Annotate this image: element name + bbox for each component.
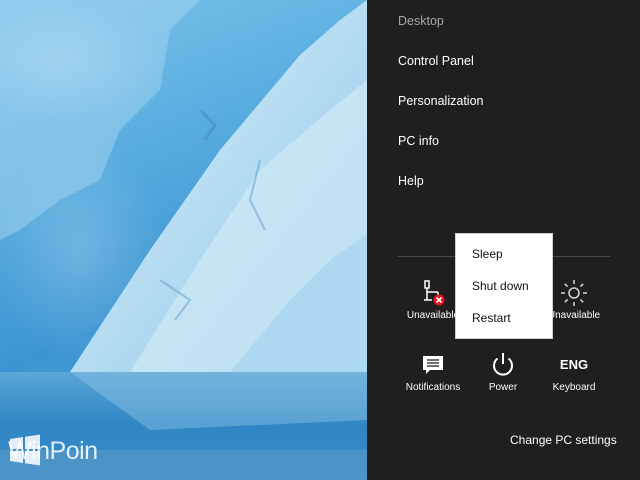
keyboard-language-glyph: ENG (559, 357, 589, 372)
power-options-menu: Sleep Shut down Restart (456, 234, 552, 338)
power-option-restart[interactable]: Restart (472, 311, 511, 325)
settings-item-personalization[interactable]: Personalization (398, 94, 483, 108)
desktop-wallpaper: WinPoin (0, 0, 367, 480)
change-pc-settings-link[interactable]: Change PC settings (510, 433, 617, 447)
brightness-icon (561, 280, 587, 306)
notifications-tile[interactable]: Notifications (393, 350, 473, 402)
winpoin-watermark: WinPoin (8, 434, 98, 468)
windows-logo-icon (10, 434, 40, 466)
keyboard-tile[interactable]: ENG Keyboard (534, 350, 614, 402)
settings-item-desktop[interactable]: Desktop (398, 14, 444, 28)
settings-item-pc-info[interactable]: PC info (398, 134, 439, 148)
network-unavailable-icon (424, 280, 445, 306)
power-label: Power (488, 382, 518, 393)
glacier-illustration (0, 0, 367, 480)
power-option-sleep[interactable]: Sleep (472, 247, 503, 261)
keyboard-label: Keyboard (552, 382, 596, 393)
settings-item-help[interactable]: Help (398, 174, 424, 188)
notifications-label: Notifications (405, 382, 461, 393)
power-option-shut-down[interactable]: Shut down (472, 279, 529, 293)
settings-item-control-panel[interactable]: Control Panel (398, 54, 474, 68)
power-tile[interactable]: Power (463, 350, 543, 402)
notifications-icon (423, 356, 443, 374)
power-icon (493, 353, 513, 376)
